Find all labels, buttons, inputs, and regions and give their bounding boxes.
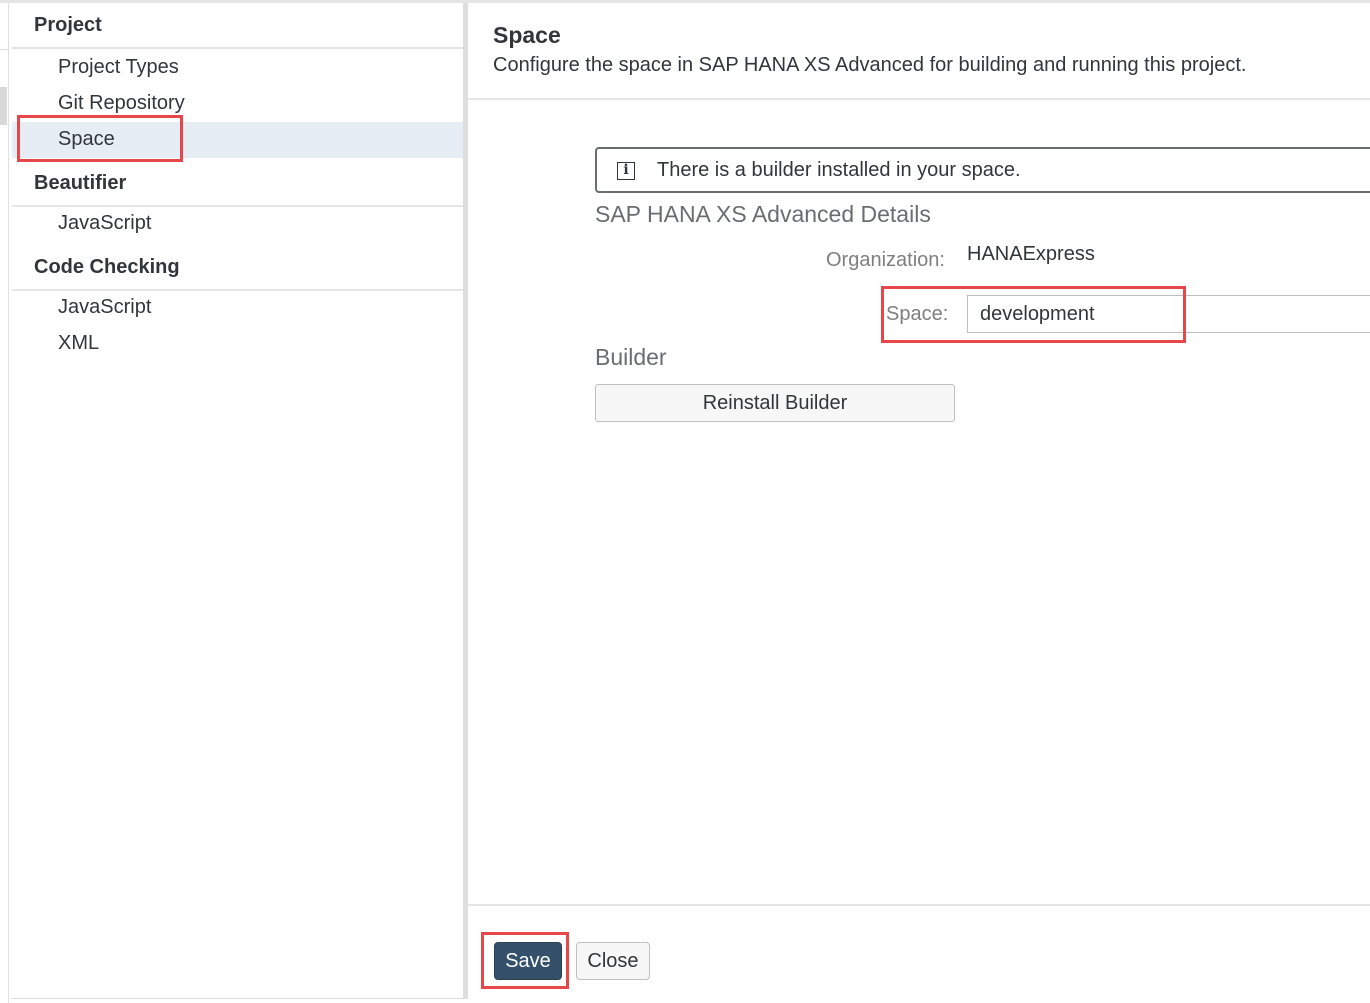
group-header-project: Project [12, 3, 463, 49]
builder-section-title: Builder [595, 344, 667, 370]
group-title: Code Checking [34, 256, 180, 278]
organization-value: HANAExpress [967, 243, 1095, 265]
sidebar-item-code-checking-javascript[interactable]: JavaScript [12, 290, 463, 326]
close-button[interactable]: Close [576, 942, 650, 980]
content-header: Space Configure the space in SAP HANA XS… [468, 3, 1370, 100]
sidebar-item-git-repository[interactable]: Git Repository [12, 86, 463, 122]
sidebar-item-label: JavaScript [58, 296, 152, 318]
info-message-strip: i There is a builder installed in your s… [595, 147, 1370, 193]
settings-sidebar: Project Project Types Git Repository Spa… [12, 3, 463, 999]
info-message-text: There is a builder installed in your spa… [657, 159, 1021, 181]
sidebar-item-label: XML [58, 332, 100, 354]
page-subtitle: Configure the space in SAP HANA XS Advan… [493, 54, 1247, 76]
sidebar-item-label: Project Types [58, 56, 179, 78]
group-header-beautifier: Beautifier [12, 161, 463, 207]
sidebar-item-label: Space [58, 128, 115, 150]
sidebar-item-label: Git Repository [58, 92, 185, 114]
sidebar-item-beautifier-javascript[interactable]: JavaScript [12, 206, 463, 242]
page-title: Space [493, 22, 561, 48]
space-label: Space: [886, 303, 949, 325]
sidebar-item-label: JavaScript [58, 212, 152, 234]
space-input[interactable] [967, 295, 1370, 333]
settings-content: Space Configure the space in SAP HANA XS… [468, 3, 1370, 1001]
organization-label: Organization: [826, 249, 945, 271]
save-button[interactable]: Save [494, 942, 562, 980]
collapsed-panel-tab [0, 87, 7, 125]
sidebar-item-code-checking-xml[interactable]: XML [12, 326, 463, 362]
details-section-title: SAP HANA XS Advanced Details [595, 201, 931, 227]
sidebar-item-space[interactable]: Space [12, 122, 463, 158]
group-title: Beautifier [34, 172, 127, 194]
reinstall-builder-button[interactable]: Reinstall Builder [595, 384, 955, 422]
project-settings-dialog: Project Project Types Git Repository Spa… [0, 0, 1370, 1003]
left-edge [0, 3, 9, 1003]
group-header-code-checking: Code Checking [12, 245, 463, 291]
dialog-footer: Save Close [468, 904, 1370, 1001]
sidebar-item-project-types[interactable]: Project Types [12, 50, 463, 86]
group-title: Project [34, 14, 102, 36]
info-icon: i [617, 162, 635, 180]
